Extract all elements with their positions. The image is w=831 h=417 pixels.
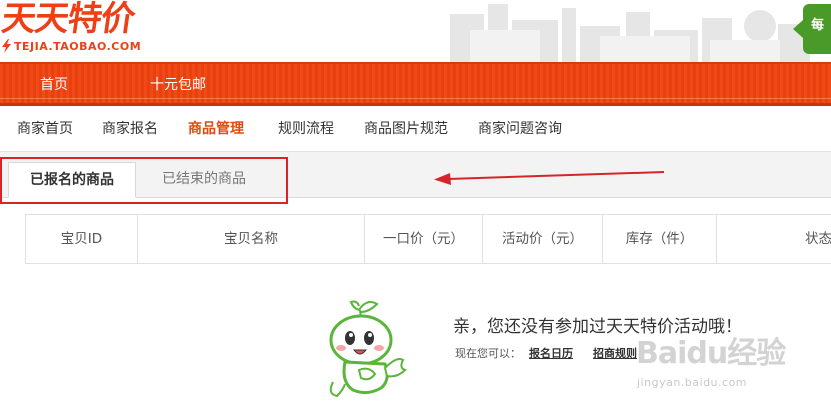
col-promo-price: 活动价（元） [483, 215, 603, 263]
signup-calendar-link[interactable]: 报名日历 [529, 345, 573, 361]
col-item-id: 宝贝ID [26, 215, 138, 263]
nav-home[interactable]: 首页 [40, 76, 68, 94]
empty-state-message: 亲，您还没有参加过天天特价活动哦！ [453, 317, 742, 337]
products-table-header: 宝贝ID 宝贝名称 一口价（元） 活动价（元） 库存（件） 状态 [25, 214, 831, 264]
empty-state-prefix: 现在您可以： [455, 347, 521, 360]
baidu-jingyan-watermark: Baidu经验 jingyan.baidu.com [636, 338, 826, 400]
annotation-arrow-icon [434, 171, 665, 185]
logo-url: TEJIA.TAOBAO.COM [14, 39, 142, 53]
lightning-icon [2, 39, 11, 53]
merchant-menu: 商家首页 商家报名 商品管理 规则流程 商品图片规范 商家问题咨询 [0, 106, 831, 152]
logo-title[interactable]: 天天特价 [0, 0, 137, 39]
menu-rules-process[interactable]: 规则流程 [278, 120, 334, 138]
menu-image-guidelines[interactable]: 商品图片规范 [364, 120, 448, 138]
menu-merchant-home[interactable]: 商家首页 [17, 120, 73, 138]
recruitment-rules-link[interactable]: 招商规则 [593, 345, 637, 361]
col-status: 状态 [805, 231, 831, 247]
corner-badge-char: 每 [811, 18, 825, 33]
menu-product-management[interactable]: 商品管理 [188, 120, 244, 138]
col-item-name: 宝贝名称 [138, 215, 365, 263]
nav-ten-yuan-free-shipping[interactable]: 十元包邮 [150, 76, 206, 94]
watermark-url: jingyan.baidu.com [637, 376, 748, 389]
mascot-illustration [329, 300, 407, 398]
menu-merchant-faq[interactable]: 商家问题咨询 [478, 120, 562, 138]
empty-state-actions: 现在您可以： 报名日历 招商规则 [455, 345, 657, 361]
col-list-price: 一口价（元） [365, 215, 483, 263]
menu-merchant-signup[interactable]: 商家报名 [102, 120, 158, 138]
annotation-highlight-box [0, 157, 288, 204]
corner-badge[interactable]: 每 [793, 4, 831, 54]
logo-subline: TEJIA.TAOBAO.COM [2, 38, 141, 54]
site-header: 天天特价 TEJIA.TAOBAO.COM 每 [0, 0, 831, 62]
city-skyline-banner [450, 0, 810, 62]
main-nav-bar: 首页 十元包邮 [0, 62, 831, 106]
watermark-logo: Baidu经验 [636, 336, 786, 371]
col-stock: 库存（件） [603, 215, 717, 263]
